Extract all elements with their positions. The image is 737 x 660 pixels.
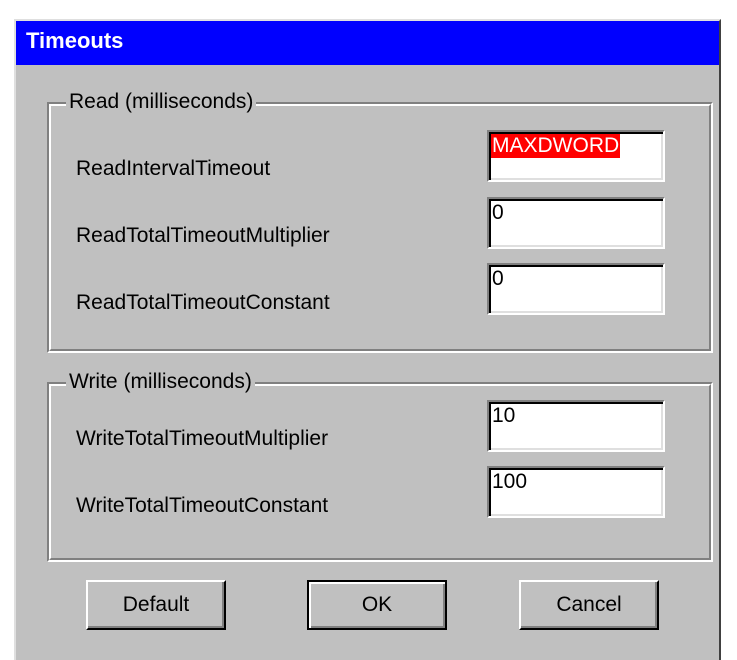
- read-total-timeout-multiplier-label: ReadTotalTimeoutMultiplier: [76, 224, 330, 247]
- cancel-button[interactable]: Cancel: [519, 580, 659, 630]
- timeouts-dialog: Timeouts Read (milliseconds) ReadInterva…: [14, 19, 721, 660]
- read-interval-timeout-input[interactable]: MAXDWORD: [487, 130, 665, 182]
- read-total-timeout-constant-value: 0: [492, 267, 504, 290]
- read-total-timeout-multiplier-value: 0: [492, 201, 504, 224]
- read-interval-timeout-value: MAXDWORD: [491, 134, 621, 158]
- write-total-timeout-constant-value: 100: [492, 470, 528, 493]
- read-total-timeout-constant-input[interactable]: 0: [487, 263, 665, 315]
- write-group-legend: Write (milliseconds): [66, 368, 255, 396]
- write-total-timeout-multiplier-input[interactable]: 10: [487, 400, 665, 452]
- write-total-timeout-constant-label: WriteTotalTimeoutConstant: [76, 494, 329, 517]
- default-button[interactable]: Default: [86, 580, 226, 630]
- write-total-timeout-constant-input[interactable]: 100: [487, 466, 665, 518]
- read-total-timeout-constant-label: ReadTotalTimeoutConstant: [76, 291, 330, 314]
- write-total-timeout-multiplier-label: WriteTotalTimeoutMultiplier: [76, 427, 329, 450]
- read-interval-timeout-label: ReadIntervalTimeout: [76, 157, 271, 180]
- write-total-timeout-multiplier-value: 10: [492, 404, 516, 427]
- read-total-timeout-multiplier-input[interactable]: 0: [487, 197, 665, 249]
- ok-button[interactable]: OK: [307, 580, 447, 630]
- title-bar[interactable]: Timeouts: [16, 21, 719, 65]
- read-group-legend: Read (milliseconds): [66, 88, 257, 116]
- dialog-title: Timeouts: [26, 28, 124, 53]
